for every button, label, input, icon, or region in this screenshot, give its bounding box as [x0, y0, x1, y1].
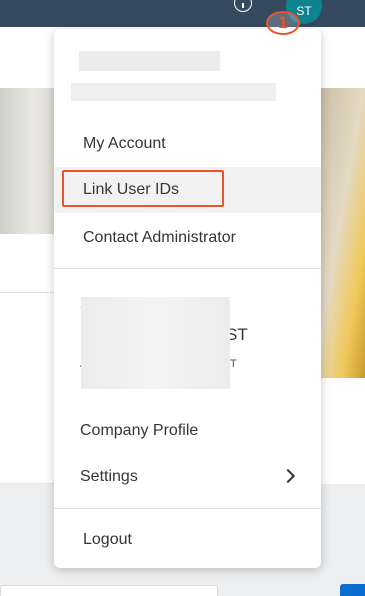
menu-item-label: My Account	[83, 135, 166, 152]
redacted-company-info	[81, 297, 230, 389]
menu-item-logout[interactable]: Logout	[54, 517, 321, 563]
menu-item-link-user-ids[interactable]: Link User IDs	[54, 167, 321, 213]
background-card-divider	[0, 292, 54, 293]
hero-image-left	[0, 88, 54, 234]
menu-item-label: Contact Administrator	[83, 229, 236, 246]
redacted-user-name	[79, 51, 220, 71]
menu-divider	[54, 508, 321, 509]
chevron-right-icon	[280, 468, 296, 484]
background-button	[340, 584, 365, 596]
shell-bar: ST	[0, 0, 365, 27]
background-card-left	[0, 234, 54, 484]
menu-item-settings[interactable]: Settings	[54, 454, 321, 500]
background-input-field	[0, 585, 218, 596]
redacted-user-email	[71, 83, 276, 101]
menu-item-label: Logout	[83, 531, 132, 548]
user-menu-popover: My Account Link User IDs Contact Adminis…	[54, 29, 321, 568]
annotation-step-marker: 1	[266, 11, 300, 35]
hero-image-right	[321, 88, 365, 378]
menu-divider	[54, 268, 321, 269]
profile-text-fragment: T	[230, 358, 237, 370]
menu-item-label: Company Profile	[80, 422, 199, 439]
menu-item-my-account[interactable]: My Account	[54, 121, 321, 167]
menu-item-label: Settings	[80, 468, 138, 485]
annotation-highlight-box	[62, 170, 224, 207]
help-icon[interactable]	[234, 0, 252, 12]
menu-item-company-profile[interactable]: Company Profile	[54, 408, 321, 454]
menu-item-contact-administrator[interactable]: Contact Administrator	[54, 215, 321, 261]
background-card-right	[321, 378, 365, 484]
